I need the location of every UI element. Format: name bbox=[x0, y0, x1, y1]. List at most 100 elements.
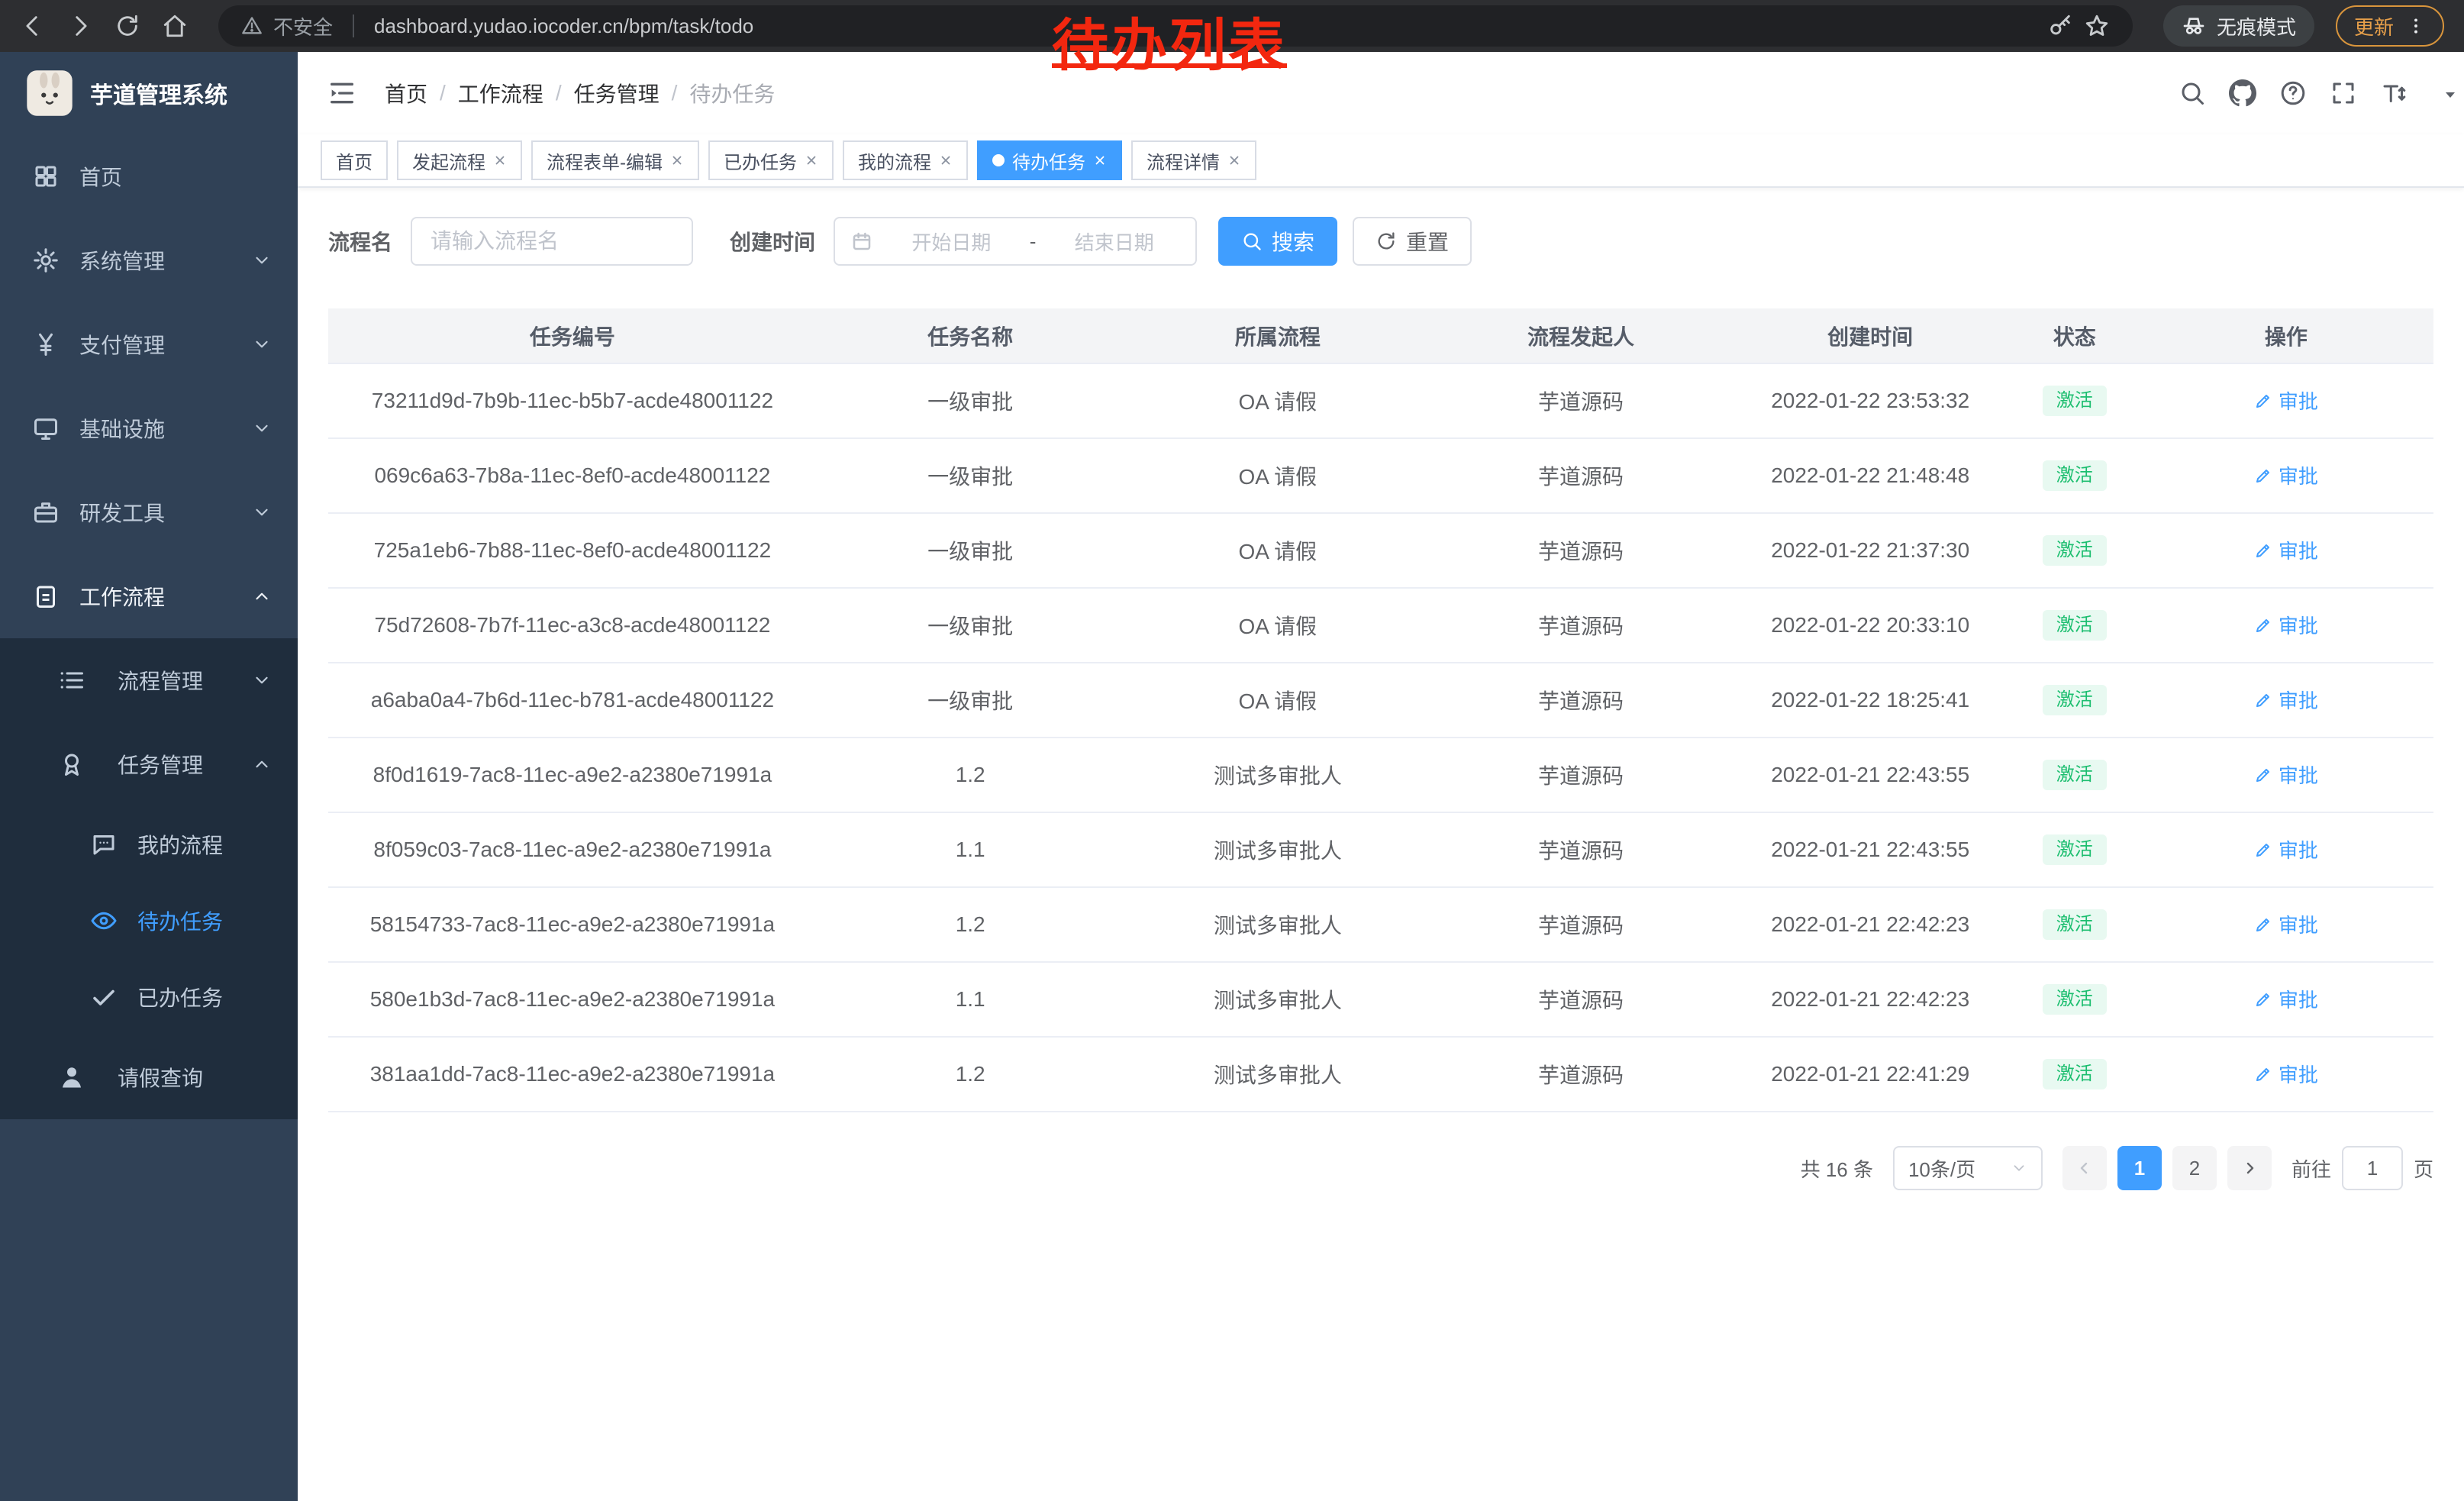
github-icon[interactable] bbox=[2229, 79, 2256, 107]
approve-link[interactable]: 审批 bbox=[2254, 985, 2318, 1013]
cell-initiator: 芋道源码 bbox=[1431, 588, 1730, 663]
tab-my-process[interactable]: 我的流程 bbox=[843, 140, 968, 180]
tab-todo-task[interactable]: 待办任务 bbox=[977, 140, 1122, 180]
tab-process-detail[interactable]: 流程详情 bbox=[1131, 140, 1256, 180]
close-icon[interactable] bbox=[1227, 153, 1241, 167]
sidebar-item-workflow[interactable]: 工作流程 bbox=[0, 554, 298, 638]
approve-link[interactable]: 审批 bbox=[2254, 461, 2318, 489]
sidebar-item-infrastructure[interactable]: 基础设施 bbox=[0, 386, 298, 470]
close-icon[interactable] bbox=[1093, 153, 1107, 167]
filter-bar: 流程名 创建时间 开始日期 - 结束日期 搜索 重置 bbox=[328, 217, 2433, 266]
cell-action: 审批 bbox=[2139, 738, 2433, 812]
reset-button[interactable]: 重置 bbox=[1353, 217, 1472, 266]
page-size-select[interactable]: 10条/页 bbox=[1893, 1146, 2043, 1190]
chevron-up-icon bbox=[252, 754, 272, 774]
sidebar-item-dev-tools[interactable]: 研发工具 bbox=[0, 470, 298, 554]
chevron-down-icon bbox=[252, 250, 272, 270]
approve-link[interactable]: 审批 bbox=[2254, 910, 2318, 938]
sidebar: 芋道管理系统 首页 系统管理 支付管理 基础设施 bbox=[0, 52, 298, 1501]
process-name-input[interactable] bbox=[411, 217, 693, 266]
next-page-button[interactable] bbox=[2227, 1146, 2272, 1190]
cell-initiator: 芋道源码 bbox=[1431, 513, 1730, 588]
approve-link[interactable]: 审批 bbox=[2254, 1060, 2318, 1088]
update-button[interactable]: 更新 bbox=[2336, 5, 2444, 47]
sidebar-collapse-icon[interactable] bbox=[327, 78, 357, 108]
eye-icon bbox=[90, 907, 118, 934]
sidebar-item-todo-task[interactable]: 待办任务 bbox=[0, 883, 298, 959]
cell-initiator: 芋道源码 bbox=[1431, 962, 1730, 1037]
close-icon[interactable] bbox=[939, 153, 953, 167]
breadcrumb: 首页 / 工作流程 / 任务管理 / 待办任务 bbox=[385, 78, 775, 108]
cell-action: 审批 bbox=[2139, 1037, 2433, 1112]
cell-status: 激活 bbox=[2011, 663, 2139, 738]
status-badge: 激活 bbox=[2043, 535, 2107, 566]
dashboard-icon bbox=[32, 163, 60, 190]
browser-menu-dots-icon[interactable] bbox=[2406, 16, 2426, 36]
cell-process: 测试多审批人 bbox=[1124, 812, 1432, 887]
close-icon[interactable] bbox=[670, 153, 684, 167]
date-range-picker[interactable]: 开始日期 - 结束日期 bbox=[834, 217, 1197, 266]
cell-task-name: 1.2 bbox=[817, 887, 1124, 962]
table-row: 75d72608-7b7f-11ec-a3c8-acde48001122 一级审… bbox=[328, 588, 2433, 663]
back-button[interactable] bbox=[20, 13, 46, 39]
cell-action: 审批 bbox=[2139, 363, 2433, 438]
approve-link[interactable]: 审批 bbox=[2254, 386, 2318, 415]
cell-status: 激活 bbox=[2011, 363, 2139, 438]
close-icon[interactable] bbox=[493, 153, 507, 167]
cell-status: 激活 bbox=[2011, 812, 2139, 887]
chat-icon bbox=[90, 831, 118, 858]
sidebar-item-label: 待办任务 bbox=[137, 905, 223, 936]
password-key-icon[interactable] bbox=[2047, 13, 2073, 39]
cell-action: 审批 bbox=[2139, 962, 2433, 1037]
incognito-label: 无痕模式 bbox=[2217, 12, 2296, 40]
font-size-icon[interactable] bbox=[2380, 79, 2408, 107]
cell-task-name: 1.2 bbox=[817, 1037, 1124, 1112]
home-button[interactable] bbox=[162, 13, 188, 39]
bookmark-star-icon[interactable] bbox=[2084, 13, 2110, 39]
page-button-2[interactable]: 2 bbox=[2172, 1146, 2217, 1190]
tab-home[interactable]: 首页 bbox=[321, 140, 388, 180]
cell-task-name: 一级审批 bbox=[817, 438, 1124, 513]
cell-action: 审批 bbox=[2139, 513, 2433, 588]
forward-button[interactable] bbox=[67, 13, 93, 39]
approve-link[interactable]: 审批 bbox=[2254, 760, 2318, 789]
sidebar-item-leave-query[interactable]: 请假查询 bbox=[0, 1035, 298, 1119]
cell-task-id: 8f059c03-7ac8-11ec-a9e2-a2380e71991a bbox=[328, 812, 817, 887]
prev-page-button[interactable] bbox=[2062, 1146, 2107, 1190]
sidebar-item-my-process[interactable]: 我的流程 bbox=[0, 806, 298, 883]
award-icon bbox=[58, 750, 85, 778]
help-icon[interactable] bbox=[2279, 79, 2307, 107]
caret-down-icon[interactable] bbox=[2441, 86, 2459, 104]
sidebar-item-home[interactable]: 首页 bbox=[0, 134, 298, 218]
search-button[interactable]: 搜索 bbox=[1218, 217, 1337, 266]
sidebar-item-process-management[interactable]: 流程管理 bbox=[0, 638, 298, 722]
status-badge: 激活 bbox=[2043, 685, 2107, 715]
sidebar-item-task-management[interactable]: 任务管理 bbox=[0, 722, 298, 806]
breadcrumb-home[interactable]: 首页 bbox=[385, 78, 427, 108]
breadcrumb-task-management[interactable]: 任务管理 bbox=[574, 78, 660, 108]
cell-task-name: 一级审批 bbox=[817, 588, 1124, 663]
approve-link[interactable]: 审批 bbox=[2254, 835, 2318, 863]
fullscreen-icon[interactable] bbox=[2330, 79, 2357, 107]
cell-action: 审批 bbox=[2139, 588, 2433, 663]
breadcrumb-workflow[interactable]: 工作流程 bbox=[458, 78, 543, 108]
tab-start-process[interactable]: 发起流程 bbox=[397, 140, 522, 180]
status-badge: 激活 bbox=[2043, 760, 2107, 790]
approve-link[interactable]: 审批 bbox=[2254, 686, 2318, 714]
goto-page-input[interactable] bbox=[2342, 1146, 2403, 1190]
cell-created: 2022-01-22 23:53:32 bbox=[1730, 363, 2011, 438]
approve-link[interactable]: 审批 bbox=[2254, 536, 2318, 564]
page-button-1[interactable]: 1 bbox=[2117, 1146, 2162, 1190]
approve-link[interactable]: 审批 bbox=[2254, 611, 2318, 639]
tab-done-task[interactable]: 已办任务 bbox=[708, 140, 834, 180]
search-icon[interactable] bbox=[2179, 79, 2206, 107]
sidebar-item-payment[interactable]: 支付管理 bbox=[0, 302, 298, 386]
reload-button[interactable] bbox=[114, 13, 140, 39]
sidebar-item-system[interactable]: 系统管理 bbox=[0, 218, 298, 302]
cell-created: 2022-01-21 22:42:23 bbox=[1730, 887, 2011, 962]
sidebar-item-done-task[interactable]: 已办任务 bbox=[0, 959, 298, 1035]
close-icon[interactable] bbox=[805, 153, 818, 167]
tab-process-form-edit[interactable]: 流程表单-编辑 bbox=[531, 140, 699, 180]
cell-initiator: 芋道源码 bbox=[1431, 738, 1730, 812]
status-badge: 激活 bbox=[2043, 1059, 2107, 1089]
